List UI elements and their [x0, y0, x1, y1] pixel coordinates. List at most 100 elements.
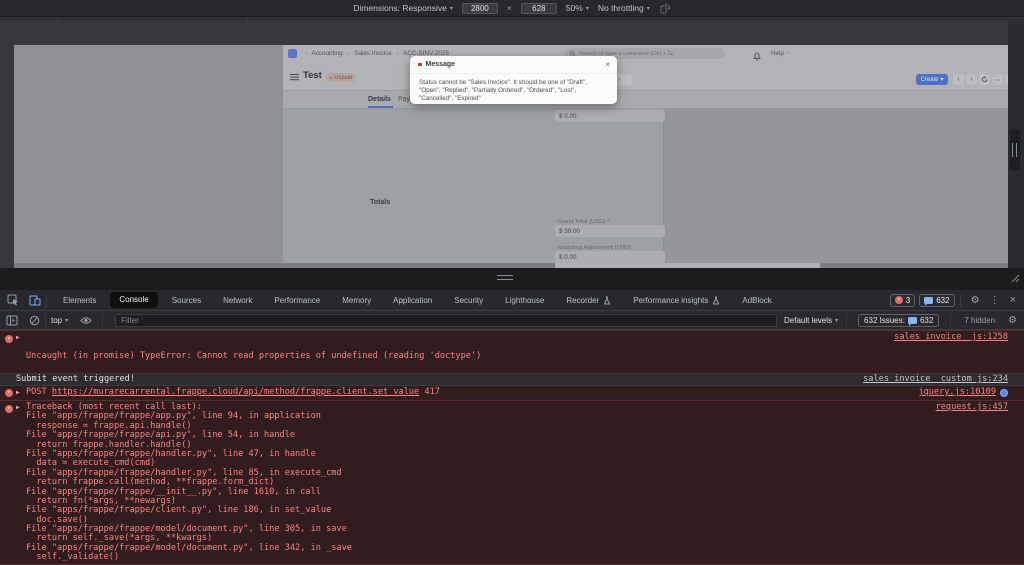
experiment-flask-icon	[713, 296, 720, 304]
refresh-button[interactable]	[979, 74, 990, 85]
tab-security[interactable]: Security	[443, 290, 494, 311]
frappe-logo-icon[interactable]	[288, 49, 297, 58]
viewport-width-input[interactable]	[461, 2, 498, 14]
next-document-button[interactable]: ›	[966, 74, 977, 85]
hidden-messages-count: 7 hidden	[964, 315, 996, 325]
grip-icon	[1012, 143, 1017, 157]
console-log-submit: Submit event triggered! sales_invoice__c…	[0, 374, 1024, 386]
js-context-dropdown[interactable]: top ▾	[51, 316, 68, 325]
console-error-traceback: × ▶ Traceback (most recent call last): Fi…	[0, 401, 1024, 565]
breadcrumb-accounting[interactable]: Accounting	[312, 50, 343, 57]
grand-total-field[interactable]: $ 30.00	[555, 225, 665, 237]
chat-bubble-icon	[907, 316, 917, 326]
viewport-width-resize-handle[interactable]	[1010, 129, 1020, 171]
tab-memory[interactable]: Memory	[331, 290, 382, 311]
console-sidebar-toggle-icon[interactable]	[6, 315, 18, 326]
log-levels-dropdown[interactable]: Default levels ▾	[784, 316, 838, 325]
adblock-extension-icon[interactable]	[1000, 388, 1008, 397]
console-filter-input[interactable]	[115, 313, 777, 327]
amount-field[interactable]: $ 0.00	[555, 110, 665, 122]
active-tab-underline	[368, 106, 393, 108]
request-url-link[interactable]: https://murarecarrental.frappe.cloud/api…	[52, 387, 419, 397]
corner-resize-icon[interactable]	[1008, 270, 1020, 288]
tab-recorder[interactable]: Recorder	[555, 290, 622, 311]
console-error-post-417: × ▶ POST https://murarecarrental.frappe.…	[0, 386, 1024, 401]
log-message-text: Submit event triggered!	[16, 374, 135, 384]
sidebar-toggle-icon[interactable]	[290, 74, 299, 76]
document-toolbar: Test ● Unpaid Preview ▾ Create ▾ ‹ ›	[283, 62, 1008, 91]
message-source-link[interactable]: jquery.js:10109	[918, 387, 996, 397]
zoom-dropdown[interactable]: 50% ▾	[566, 3, 589, 13]
breadcrumb-separator: ›	[305, 50, 308, 57]
tab-elements[interactable]: Elements	[52, 290, 107, 311]
rounding-adjustment-field[interactable]: $ 0.00	[555, 251, 665, 263]
console-error-typeerror: × ▶ Uncaught (in promise) TypeError: Can…	[0, 330, 1024, 445]
viewport-height-resize-handle[interactable]	[497, 275, 513, 280]
live-expression-eye-icon[interactable]	[80, 316, 92, 325]
settings-gear-icon[interactable]: ⚙	[971, 295, 980, 306]
tab-application[interactable]: Application	[382, 290, 443, 311]
breadcrumb-separator: ›	[396, 50, 399, 57]
form-tabs: Details Payments	[283, 91, 1008, 109]
inspect-element-icon[interactable]	[7, 294, 19, 306]
prev-document-button[interactable]: ‹	[953, 74, 964, 85]
expand-arrow-icon[interactable]: ▶	[16, 403, 20, 412]
tab-performance[interactable]: Performance	[263, 290, 331, 311]
issues-counter[interactable]: 632 Issues: 632	[858, 313, 940, 327]
tab-network[interactable]: Network	[212, 290, 263, 311]
chevron-down-icon: ▾	[646, 5, 650, 12]
divider	[959, 293, 961, 307]
expand-arrow-icon[interactable]: ▶	[16, 388, 20, 397]
devtools-tabbar: Elements Console Sources Network Perform…	[0, 290, 1024, 311]
dialog-title: Message	[425, 61, 456, 68]
viewport-height-input[interactable]	[520, 2, 557, 14]
tab-lighthouse[interactable]: Lighthouse	[494, 290, 555, 311]
expand-arrow-icon[interactable]: ▶	[16, 333, 20, 342]
tab-performance-insights[interactable]: Performance insights	[622, 290, 731, 311]
more-options-icon[interactable]: ⋮	[990, 295, 1000, 306]
console-settings-gear-icon[interactable]: ⚙	[1008, 315, 1017, 326]
error-count-badge[interactable]: × 3	[889, 293, 916, 307]
devtools-window: Dimensions: Responsive ▾ × 50% ▾ No thro…	[0, 0, 1024, 565]
dimensions-dropdown[interactable]: Dimensions: Responsive ▾	[353, 3, 453, 13]
dialog-header: Message ×	[410, 56, 617, 74]
message-source-link[interactable]: sales_invoice__js:1258	[894, 332, 1008, 342]
message-source-link[interactable]: request.js:457	[936, 402, 1008, 412]
device-toolbar-toggle-icon[interactable]	[29, 294, 41, 306]
document-title: Test	[303, 70, 322, 81]
create-button[interactable]: Create ▾	[916, 74, 948, 85]
form-body: $ 0.00 Totals Grand Total (USD) * $ 30.0…	[283, 109, 1008, 268]
help-menu[interactable]: Help ▾	[771, 50, 789, 57]
divider	[46, 293, 47, 307]
indicator-dot-icon	[418, 62, 422, 67]
message-source-link[interactable]: sales_invoice__custom_js:234	[863, 374, 1008, 384]
breadcrumb-separator: ›	[347, 50, 350, 57]
chevron-down-icon: ▾	[835, 317, 839, 324]
tab-adblock[interactable]: AdBlock	[731, 290, 782, 311]
tab-sources[interactable]: Sources	[161, 290, 212, 311]
divider	[45, 313, 46, 327]
http-status: 417	[419, 387, 440, 397]
devtools-split-bar	[0, 268, 1024, 290]
chat-bubble-icon	[924, 296, 934, 306]
experiment-flask-icon	[604, 296, 611, 304]
throttling-value: No throttling	[597, 3, 644, 13]
refresh-icon	[981, 76, 988, 83]
clear-console-icon[interactable]	[29, 315, 40, 326]
menu-button[interactable]: ⋯	[992, 74, 1003, 85]
error-icon: ×	[5, 389, 13, 397]
rotate-viewport-icon[interactable]	[659, 3, 671, 14]
tab-details[interactable]: Details	[368, 96, 391, 103]
tab-console[interactable]: Console	[110, 292, 158, 308]
chevron-down-icon: ▾	[940, 77, 944, 83]
close-devtools-icon[interactable]: ×	[1010, 294, 1016, 306]
message-count-badge[interactable]: 632	[919, 293, 955, 307]
throttling-dropdown[interactable]: No throttling ▾	[598, 3, 650, 13]
breadcrumb-sales-invoice[interactable]: Sales Invoice	[354, 50, 391, 57]
device-toolbar: Dimensions: Responsive ▾ × 50% ▾ No thro…	[0, 0, 1024, 17]
chevron-down-icon: ▾	[585, 5, 589, 12]
console-messages: × ▶ Uncaught (in promise) TypeError: Can…	[0, 330, 1024, 565]
dialog-close-icon[interactable]: ×	[605, 60, 610, 69]
form-right-panel	[663, 109, 1008, 263]
divider	[102, 313, 104, 327]
